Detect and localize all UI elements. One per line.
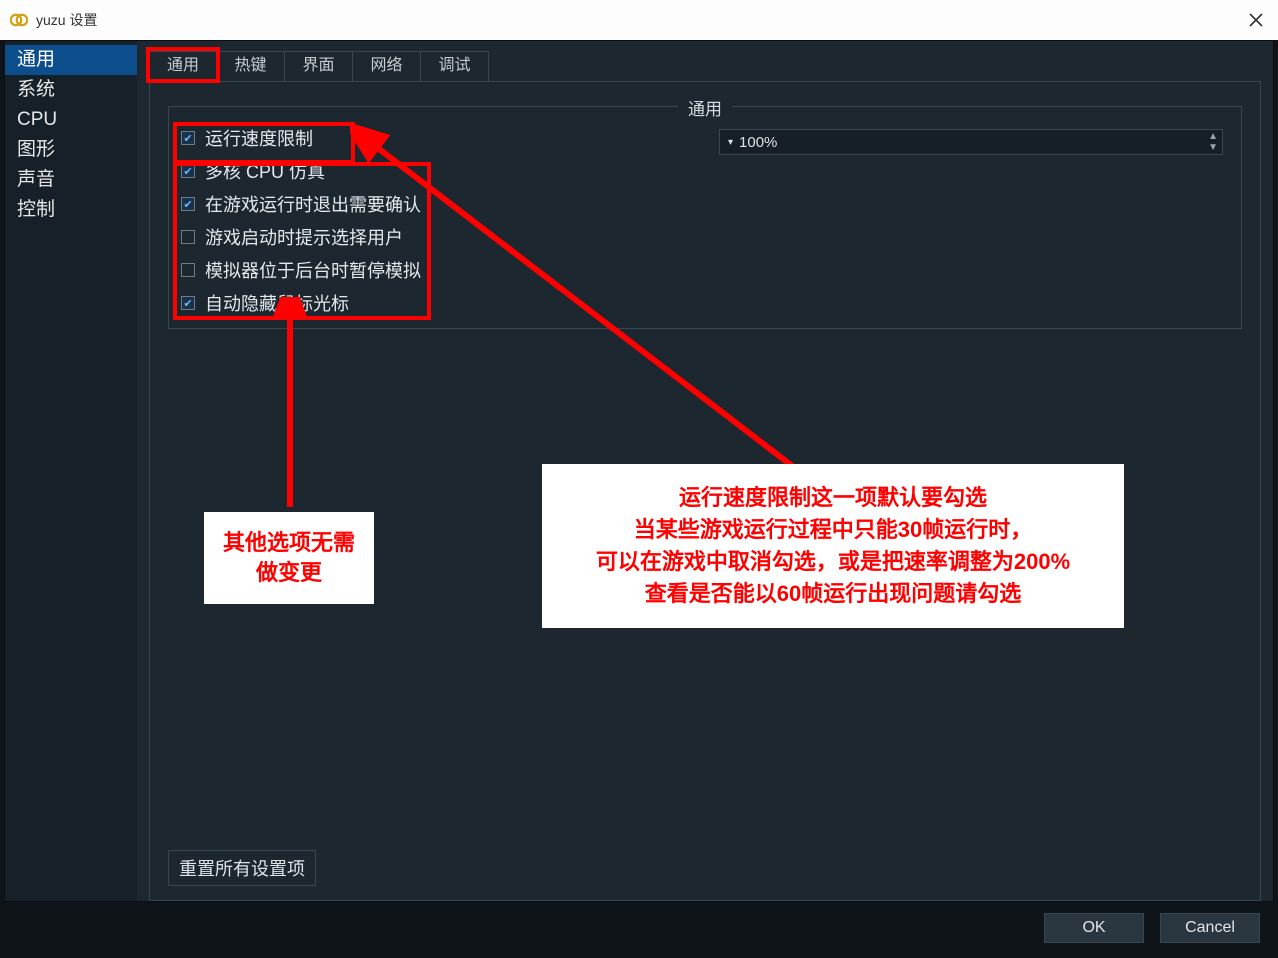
main-area: 通用 系统 CPU 图形 声音 控制 通用 热键 界面 网络 调试 通用 ✔运行… — [4, 40, 1274, 902]
annotation-callout-1: 其他选项无需 做变更 — [204, 512, 374, 604]
checkbox-icon: ✔ — [181, 197, 195, 211]
checkbox-icon — [181, 263, 195, 277]
general-fieldset: 通用 ✔运行速度限制 ✔多核 CPU 仿真 ✔在游戏运行时退出需要确认 游戏启动… — [168, 106, 1242, 329]
checkbox-icon: ✔ — [181, 296, 195, 310]
opt-hide-cursor[interactable]: ✔自动隐藏鼠标光标 — [181, 290, 1229, 316]
annotation-arrow-2 — [260, 297, 320, 517]
close-icon[interactable] — [1248, 12, 1264, 28]
tab-general[interactable]: 通用 — [149, 51, 217, 81]
tab-network[interactable]: 网络 — [353, 51, 421, 81]
combo-value: 100% — [739, 134, 777, 151]
ok-button[interactable]: OK — [1044, 913, 1144, 943]
content-area: 通用 热键 界面 网络 调试 通用 ✔运行速度限制 ✔多核 CPU 仿真 ✔在游… — [137, 41, 1273, 901]
tab-ui[interactable]: 界面 — [285, 51, 353, 81]
opt-multicore[interactable]: ✔多核 CPU 仿真 — [181, 158, 1229, 184]
sidebar-item-graphics[interactable]: 图形 — [5, 135, 137, 165]
fieldset-label: 通用 — [678, 95, 732, 120]
annotation-callout-2: 运行速度限制这一项默认要勾选 当某些游戏运行过程中只能30帧运行时， 可以在游戏… — [542, 464, 1124, 628]
opt-prompt-user[interactable]: 游戏启动时提示选择用户 — [181, 224, 1229, 250]
triangle-left-icon: ▾ — [728, 137, 733, 148]
tabs: 通用 热键 界面 网络 调试 — [149, 51, 1261, 81]
checkbox-icon — [181, 230, 195, 244]
checkbox-icon: ✔ — [181, 131, 195, 145]
reset-all-button[interactable]: 重置所有设置项 — [168, 850, 316, 886]
sidebar-item-general[interactable]: 通用 — [5, 45, 137, 75]
sidebar-item-controls[interactable]: 控制 — [5, 195, 137, 225]
tab-debug[interactable]: 调试 — [421, 51, 489, 81]
checkbox-icon: ✔ — [181, 164, 195, 178]
speed-limit-combo[interactable]: ▾ 100% ▲▼ — [719, 129, 1223, 155]
chevron-down-icon: ▲▼ — [1208, 131, 1218, 153]
footer: OK Cancel — [0, 902, 1278, 954]
cancel-button[interactable]: Cancel — [1160, 913, 1260, 943]
settings-panel: 通用 ✔运行速度限制 ✔多核 CPU 仿真 ✔在游戏运行时退出需要确认 游戏启动… — [149, 81, 1261, 901]
sidebar-item-cpu[interactable]: CPU — [5, 105, 137, 135]
window-title: yuzu 设置 — [36, 10, 97, 30]
opt-confirm-exit[interactable]: ✔在游戏运行时退出需要确认 — [181, 191, 1229, 217]
sidebar: 通用 系统 CPU 图形 声音 控制 — [5, 41, 137, 901]
sidebar-item-audio[interactable]: 声音 — [5, 165, 137, 195]
tab-hotkeys[interactable]: 热键 — [217, 51, 285, 81]
titlebar: yuzu 设置 — [0, 0, 1278, 40]
opt-pause-background[interactable]: 模拟器位于后台时暂停模拟 — [181, 257, 1229, 283]
sidebar-item-system[interactable]: 系统 — [5, 75, 137, 105]
app-logo-icon — [10, 11, 28, 29]
